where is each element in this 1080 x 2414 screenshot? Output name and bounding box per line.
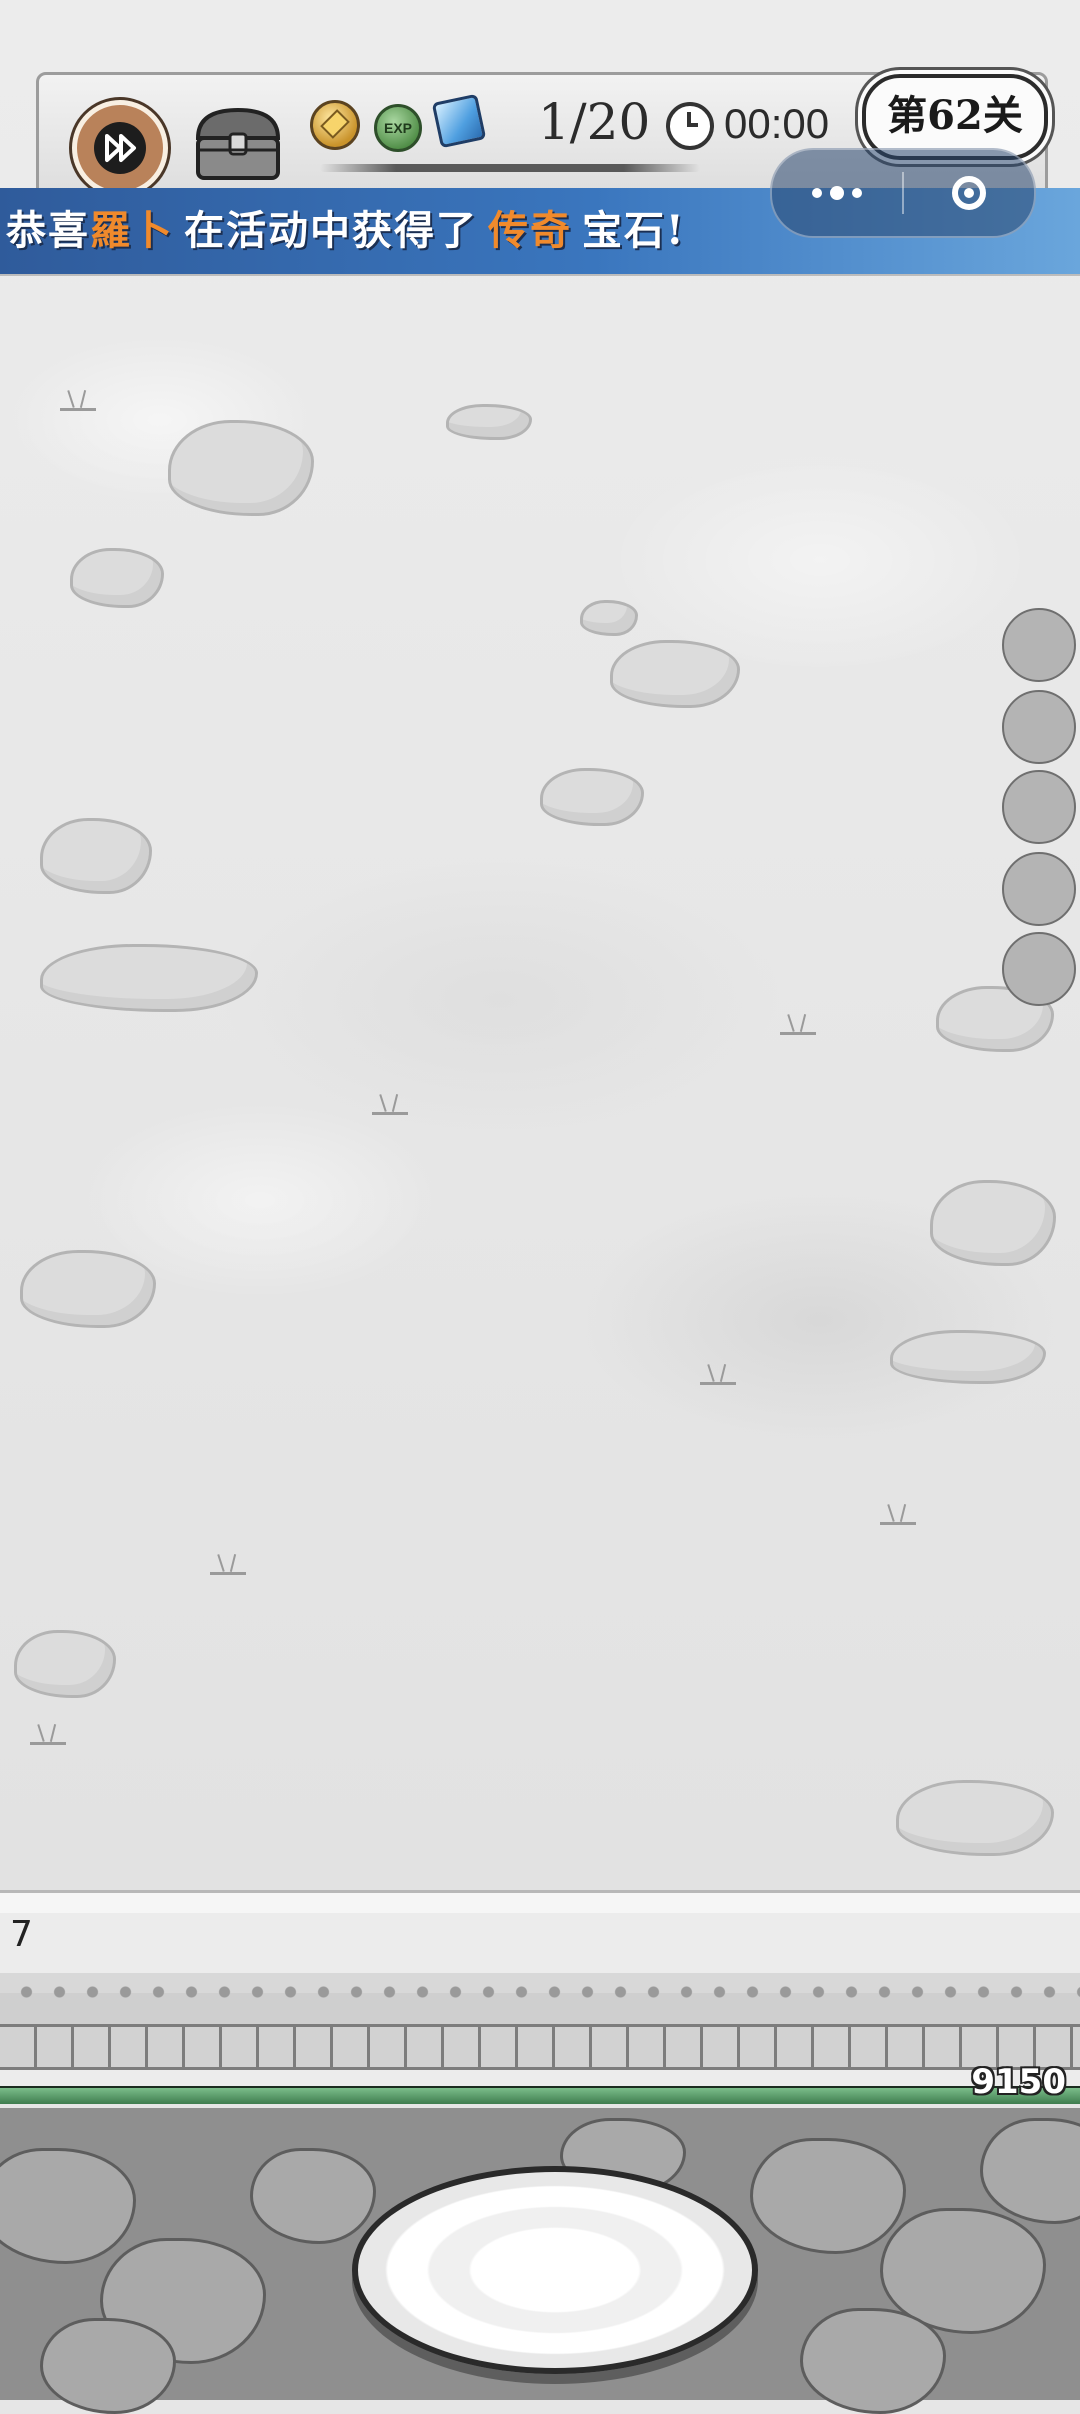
rock bbox=[70, 548, 164, 608]
timer: 00:00 bbox=[724, 100, 830, 147]
grass-tuft bbox=[30, 1720, 66, 1745]
wall-hp-bar bbox=[0, 2086, 1080, 2104]
announcement-suffix: 宝石! bbox=[582, 207, 686, 254]
announcement-middle: 在活动中获得了 bbox=[184, 207, 478, 254]
stone bbox=[980, 2118, 1080, 2224]
grass-tuft bbox=[372, 1090, 408, 1115]
grass-tuft bbox=[60, 386, 96, 411]
grass-tuft bbox=[210, 1550, 246, 1575]
rock bbox=[40, 818, 152, 894]
wall-hp-fill bbox=[0, 2088, 1080, 2104]
treasure-chest-button[interactable] bbox=[190, 104, 286, 184]
rock bbox=[580, 600, 638, 636]
grass-tuft bbox=[880, 1500, 916, 1525]
player-name: 羅卜 bbox=[90, 207, 174, 254]
wave-counter: 1/20 bbox=[538, 93, 651, 151]
speed-up-icon bbox=[94, 122, 146, 174]
battlefield-background bbox=[0, 0, 1080, 1900]
grass-tuft bbox=[700, 1360, 736, 1385]
rock bbox=[610, 640, 740, 708]
exp-label: EXP bbox=[383, 120, 412, 136]
gold-coin-icon bbox=[310, 100, 360, 150]
blue-gem-icon bbox=[431, 93, 487, 149]
rock bbox=[14, 1630, 116, 1698]
side-slot-3[interactable] bbox=[1002, 770, 1076, 844]
close-target-icon bbox=[952, 176, 986, 210]
announcement-text: 恭喜羅卜 在活动中获得了 传奇 宝石! bbox=[6, 188, 686, 274]
rock bbox=[930, 1180, 1056, 1266]
stone bbox=[0, 2148, 136, 2264]
wall-count: 7 bbox=[10, 1914, 33, 1955]
wall-rivets bbox=[0, 1982, 1080, 2002]
stone bbox=[750, 2138, 906, 2254]
rock bbox=[20, 1250, 156, 1328]
grass-tuft bbox=[780, 1010, 816, 1035]
rarity-label: 传奇 bbox=[488, 207, 572, 254]
side-slot-1[interactable] bbox=[1002, 608, 1076, 682]
side-slot-5[interactable] bbox=[1002, 932, 1076, 1006]
treasure-chest-icon bbox=[195, 107, 281, 180]
rock bbox=[896, 1780, 1054, 1856]
more-dots-icon bbox=[812, 188, 822, 198]
close-miniprogram-button[interactable] bbox=[904, 150, 1034, 236]
brush-stroke-divider bbox=[320, 164, 700, 172]
more-dots-icon bbox=[852, 188, 862, 198]
wall-bricks bbox=[0, 2024, 1080, 2070]
stone bbox=[250, 2148, 376, 2244]
rock bbox=[168, 420, 314, 516]
rock bbox=[890, 1330, 1046, 1384]
announcement-prefix: 恭喜 bbox=[6, 207, 90, 254]
more-options-button[interactable] bbox=[772, 150, 902, 236]
rock bbox=[540, 768, 644, 826]
side-slot-2[interactable] bbox=[1002, 690, 1076, 764]
more-dots-icon bbox=[830, 186, 844, 200]
clock-icon bbox=[666, 102, 714, 150]
exp-icon: EXP bbox=[374, 104, 422, 152]
rock bbox=[40, 944, 258, 1012]
rock bbox=[446, 404, 532, 440]
spawn-portal bbox=[352, 2166, 758, 2374]
miniprogram-capsule bbox=[770, 148, 1036, 238]
wall-hp-value: 9150 bbox=[971, 2062, 1066, 2102]
speed-up-button[interactable] bbox=[72, 100, 168, 196]
stone bbox=[800, 2308, 946, 2414]
side-slot-4[interactable] bbox=[1002, 852, 1076, 926]
